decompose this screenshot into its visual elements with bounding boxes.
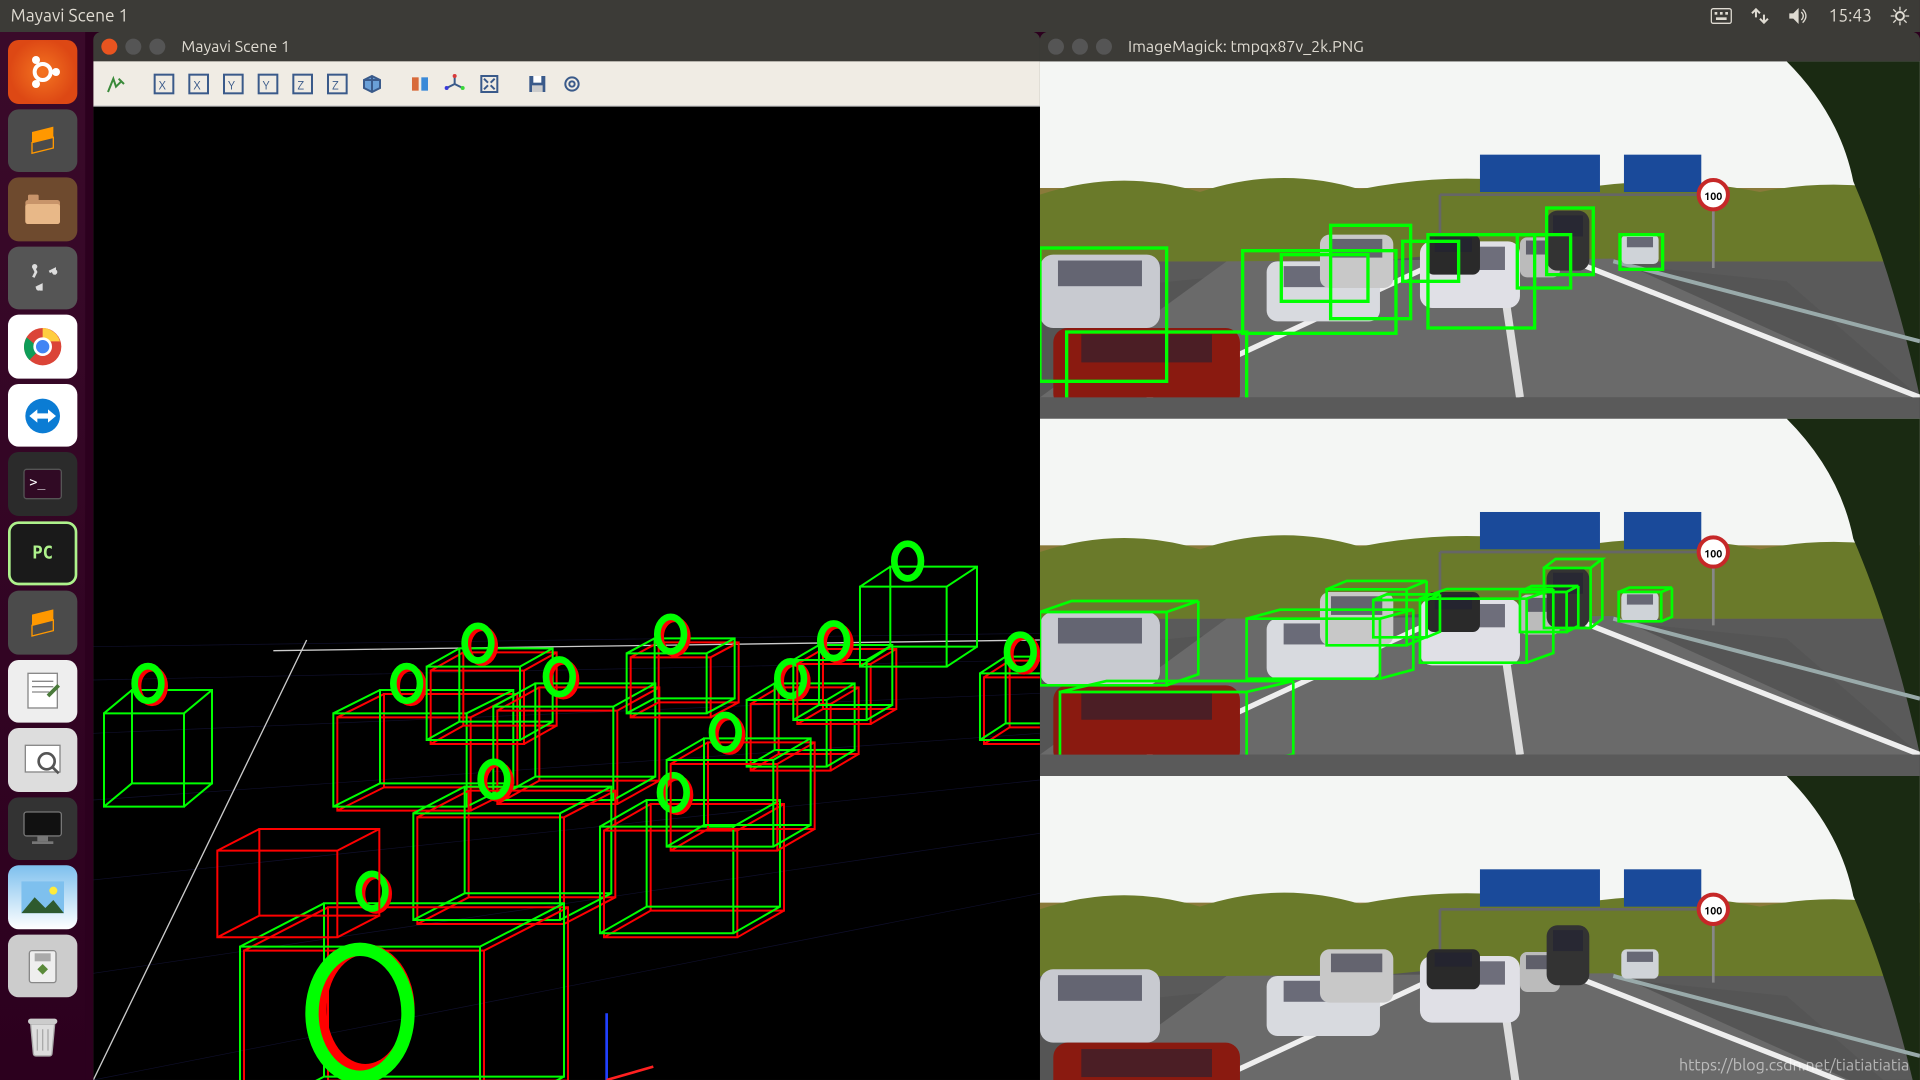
toolbar-isometric-icon[interactable] — [357, 69, 386, 98]
window-minimize-icon[interactable] — [1072, 39, 1088, 55]
window-close-icon[interactable] — [101, 39, 117, 55]
imagemagick-title: ImageMagick: tmpqx87v_2k.PNG — [1128, 38, 1364, 55]
window-minimize-icon[interactable] — [125, 39, 141, 55]
desktop: Mayavi Scene 1 X X Y Y Z Z — [85, 32, 1920, 1080]
toolbar-view-minusx-icon[interactable]: X — [184, 69, 213, 98]
window-close-icon[interactable] — [1048, 39, 1064, 55]
network-indicator-icon[interactable] — [1751, 7, 1770, 26]
svg-text:Z: Z — [332, 79, 339, 92]
pycharm-label: PC — [32, 543, 53, 563]
mayavi-window: Mayavi Scene 1 X X Y Y Z Z — [93, 32, 1040, 1080]
system-gear-icon[interactable] — [1891, 7, 1910, 26]
clock-text[interactable]: 15:43 — [1829, 7, 1872, 26]
launcher-teamviewer[interactable] — [8, 384, 77, 447]
toolbar-config-icon[interactable] — [557, 69, 586, 98]
svg-text:Y: Y — [263, 79, 270, 92]
launcher-text-editor[interactable] — [8, 659, 77, 722]
imagemagick-titlebar[interactable]: ImageMagick: tmpqx87v_2k.PNG — [1040, 32, 1920, 61]
keyboard-indicator-icon[interactable] — [1711, 8, 1732, 24]
imagemagick-window: ImageMagick: tmpqx87v_2k.PNG 100 100 100… — [1040, 32, 1920, 1080]
launcher-sublime[interactable] — [8, 109, 77, 172]
svg-text:X: X — [193, 79, 201, 92]
launcher-picture[interactable] — [8, 866, 77, 929]
launcher-sublime-2[interactable] — [8, 591, 77, 654]
mayavi-titlebar[interactable]: Mayavi Scene 1 — [93, 32, 1040, 61]
mayavi-title: Mayavi Scene 1 — [181, 38, 290, 55]
svg-text:>_: >_ — [29, 476, 46, 491]
toolbar-interact-icon[interactable] — [101, 69, 130, 98]
window-maximize-icon[interactable] — [1096, 39, 1112, 55]
launcher-disk[interactable] — [8, 934, 77, 997]
detection-panel-3d: 100 — [1040, 419, 1920, 776]
launcher-pycharm[interactable]: PC — [8, 521, 77, 585]
launcher-image-viewer[interactable] — [8, 728, 77, 791]
toolbar-view-minusy-icon[interactable]: Y — [253, 69, 282, 98]
toolbar-axes-icon[interactable] — [440, 69, 469, 98]
launcher-monitor[interactable] — [8, 797, 77, 860]
toolbar-view-minusz-icon[interactable]: Z — [323, 69, 352, 98]
toolbar-save-icon[interactable] — [523, 69, 552, 98]
svg-text:Z: Z — [297, 79, 304, 92]
watermark-text: https://blog.csdn.net/tiatiatiatia — [1679, 1057, 1909, 1074]
sound-indicator-icon[interactable] — [1789, 7, 1810, 26]
svg-text:100: 100 — [1704, 191, 1722, 203]
svg-text:100: 100 — [1704, 906, 1722, 918]
window-maximize-icon[interactable] — [149, 39, 165, 55]
mayavi-3d-viewport[interactable] — [93, 107, 1040, 1080]
launcher-terminal[interactable]: >_ — [8, 453, 77, 516]
toolbar-view-plusx-icon[interactable]: X — [149, 69, 178, 98]
launcher-trash[interactable] — [8, 1003, 77, 1066]
launcher-chrome[interactable] — [8, 315, 77, 378]
toolbar-view-plusy-icon[interactable]: Y — [219, 69, 248, 98]
detection-panel-2d: 100 — [1040, 61, 1920, 418]
toolbar-view-plusz-icon[interactable]: Z — [288, 69, 317, 98]
svg-text:Y: Y — [228, 79, 235, 92]
toolbar-parallel-icon[interactable] — [405, 69, 434, 98]
unity-launcher: >_ PC — [0, 32, 85, 1080]
toolbar-fullscreen-icon[interactable] — [475, 69, 504, 98]
svg-text:100: 100 — [1704, 548, 1722, 560]
launcher-ubuntu-dash[interactable] — [8, 40, 77, 103]
detection-panel-raw: 100 — [1040, 776, 1920, 1080]
svg-text:X: X — [159, 79, 167, 92]
imagemagick-viewport[interactable]: 100 100 100 https://blog.csdn.net/tiatia… — [1040, 61, 1920, 1080]
active-window-title: Mayavi Scene 1 — [11, 7, 129, 26]
mayavi-toolbar: X X Y Y Z Z — [93, 61, 1040, 106]
launcher-files[interactable] — [8, 178, 77, 241]
menu-bar: Mayavi Scene 1 15:43 — [0, 0, 1920, 32]
launcher-settings[interactable] — [8, 246, 77, 309]
